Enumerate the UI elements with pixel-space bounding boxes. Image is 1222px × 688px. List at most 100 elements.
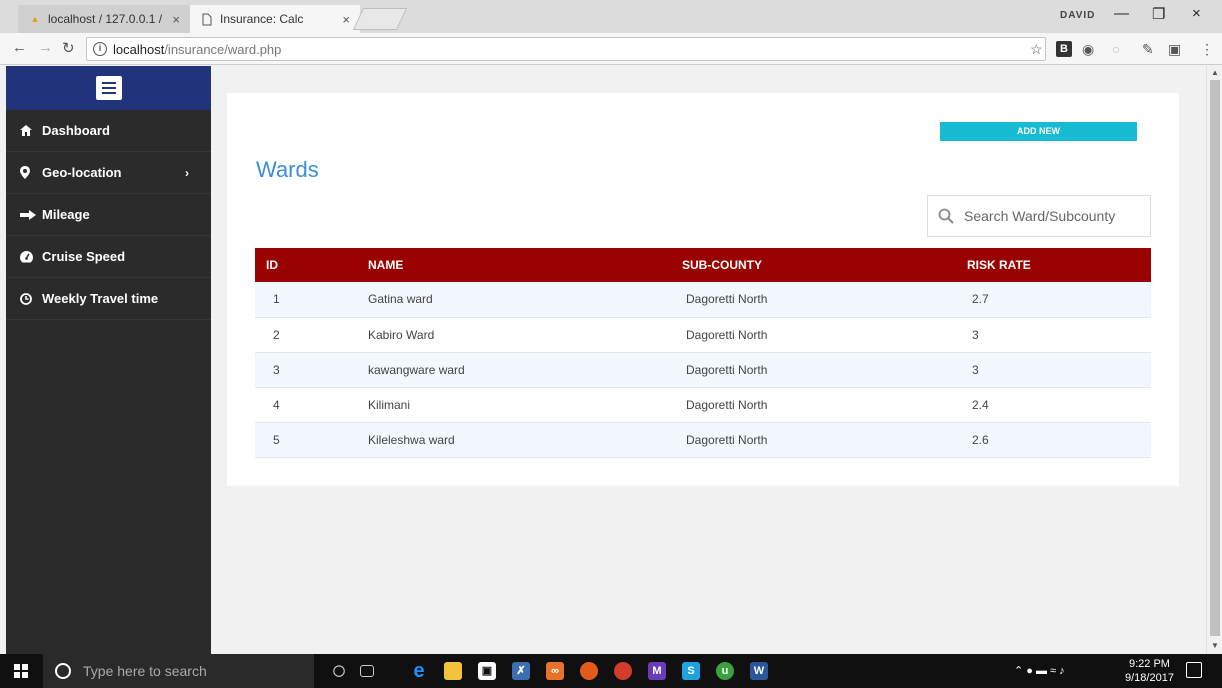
sidebar: Dashboard Geo-location › Mileage Cruise …	[6, 66, 211, 654]
column-header-id[interactable]: ID	[255, 248, 350, 282]
scroll-thumb[interactable]	[1210, 80, 1220, 636]
cell-risk-rate: 2.7	[962, 282, 1151, 318]
minimize-icon[interactable]: —	[1114, 5, 1129, 22]
windows-start-icon[interactable]	[14, 664, 28, 678]
cell-risk-rate: 3	[962, 317, 1151, 353]
sidebar-item-label: Dashboard	[42, 123, 110, 138]
cell-subcounty: Dagoretti North	[669, 387, 962, 423]
add-new-button[interactable]: ADD NEW	[940, 122, 1137, 141]
skype-icon[interactable]: S	[682, 662, 700, 680]
edge-browser-icon[interactable]: e	[410, 661, 428, 681]
sidebar-item-label: Cruise Speed	[42, 249, 126, 264]
cell-subcounty: Dagoretti North	[669, 317, 962, 353]
close-window-icon[interactable]: ×	[1192, 5, 1201, 22]
wards-card: ADD NEW Wards ID NAME SUB-COUNTY RISK RA…	[227, 93, 1179, 486]
tab-title: Insurance: Calc	[220, 12, 304, 26]
cell-id: 4	[255, 387, 350, 423]
clock-icon	[20, 292, 38, 305]
taskbar-search[interactable]: Type here to search	[43, 654, 314, 688]
cell-subcounty: Dagoretti North	[669, 422, 962, 458]
cell-id: 5	[255, 422, 350, 458]
tab-insurance-calc[interactable]: Insurance: Calc ×	[190, 5, 360, 33]
wards-table: ID NAME SUB-COUNTY RISK RATE 1 Gatina wa…	[255, 248, 1151, 458]
table-row[interactable]: 5 Kileleshwa ward Dagoretti North 2.6	[255, 422, 1151, 458]
search-icon	[938, 208, 954, 224]
extension-b-icon[interactable]: B	[1056, 41, 1072, 57]
reload-icon[interactable]: ↻	[62, 39, 75, 57]
profile-button[interactable]: DAVID	[1060, 10, 1095, 21]
extension-puzzle-icon[interactable]: ○	[1112, 41, 1120, 57]
cell-name: kawangware ward	[350, 352, 669, 388]
sidebar-item-weekly-travel-time[interactable]: Weekly Travel time	[6, 278, 211, 320]
tab-phpmyadmin[interactable]: ▲ localhost / 127.0.0.1 / ins ×	[18, 5, 190, 33]
cell-risk-rate: 2.6	[962, 422, 1151, 458]
info-icon[interactable]: i	[93, 42, 107, 56]
sidebar-header	[6, 66, 211, 110]
taskbar: Type here to search ◯ e ▣ ✗ ∞ M S u W ⌃ …	[0, 654, 1222, 688]
chevron-right-icon: ›	[185, 165, 189, 180]
browser-toolbar: ← → ↻ i localhost/insurance/ward.php ☆ B…	[0, 33, 1222, 65]
scroll-down-icon[interactable]: ▼	[1211, 641, 1219, 650]
back-icon[interactable]: ←	[12, 39, 27, 56]
scroll-up-icon[interactable]: ▲	[1211, 68, 1219, 77]
cell-risk-rate: 2.4	[962, 387, 1151, 423]
utorrent-icon[interactable]: u	[716, 662, 734, 680]
extension-globe-icon[interactable]: ◉	[1082, 41, 1094, 58]
word-icon[interactable]: W	[750, 662, 768, 680]
cortana-icon	[55, 663, 71, 679]
url-host: localhost	[113, 41, 165, 57]
table-row[interactable]: 3 kawangware ward Dagoretti North 3	[255, 352, 1151, 388]
search-input[interactable]	[964, 208, 1134, 224]
sidebar-item-label: Geo-location	[42, 165, 122, 180]
column-header-subcounty[interactable]: SUB-COUNTY	[669, 248, 962, 282]
cast-icon[interactable]: ▣	[1168, 41, 1181, 58]
forward-icon[interactable]: →	[38, 39, 53, 56]
xampp-icon[interactable]: ∞	[546, 662, 564, 680]
address-bar[interactable]: i localhost/insurance/ward.php	[86, 37, 1046, 61]
search-field[interactable]	[927, 195, 1151, 237]
maximize-icon[interactable]: ❐	[1152, 5, 1165, 23]
extension-pen-icon[interactable]: ✎	[1142, 41, 1154, 58]
sidebar-item-cruise-speed[interactable]: Cruise Speed	[6, 236, 211, 278]
home-icon	[20, 125, 38, 136]
close-tab-icon[interactable]: ×	[342, 12, 350, 27]
close-tab-icon[interactable]: ×	[172, 12, 180, 27]
clock-time: 9:22 PM	[1128, 658, 1170, 670]
table-row[interactable]: 2 Kabiro Ward Dagoretti North 3	[255, 317, 1151, 353]
system-tray[interactable]: ⌃ ● ▬ ≈ ♪	[1014, 664, 1065, 677]
cell-subcounty: Dagoretti North	[669, 352, 962, 388]
task-view-icon[interactable]	[360, 665, 374, 677]
cell-id: 2	[255, 317, 350, 353]
firefox-icon[interactable]	[580, 662, 598, 680]
page-icon	[200, 12, 214, 26]
sidebar-item-geo-location[interactable]: Geo-location ›	[6, 152, 211, 194]
app-m-icon[interactable]: M	[648, 662, 666, 680]
cell-name: Kilimani	[350, 387, 669, 423]
cell-id: 3	[255, 352, 350, 388]
microphone-icon[interactable]: ◯	[330, 662, 348, 680]
table-row[interactable]: 1 Gatina ward Dagoretti North 2.7	[255, 282, 1151, 318]
new-tab-button[interactable]	[352, 8, 408, 30]
table-header-row: ID NAME SUB-COUNTY RISK RATE	[255, 248, 1151, 282]
sidebar-item-mileage[interactable]: Mileage	[6, 194, 211, 236]
sidebar-item-dashboard[interactable]: Dashboard	[6, 110, 211, 152]
column-header-risk-rate[interactable]: RISK RATE	[962, 248, 1151, 282]
cell-subcounty: Dagoretti North	[669, 282, 962, 318]
page-title: Wards	[256, 157, 319, 182]
notification-icon[interactable]	[1186, 662, 1202, 678]
chrome-icon[interactable]	[614, 662, 632, 680]
bookmark-star-icon[interactable]: ☆	[1030, 41, 1043, 58]
sidebar-item-label: Weekly Travel time	[42, 291, 159, 306]
taskbar-clock[interactable]: 9:22 PM 9/18/2017	[1125, 657, 1174, 685]
cell-id: 1	[255, 282, 350, 318]
tachometer-icon	[20, 250, 38, 263]
store-icon[interactable]: ▣	[478, 662, 496, 680]
snipping-tool-icon[interactable]: ✗	[512, 662, 530, 680]
table-row[interactable]: 4 Kilimani Dagoretti North 2.4	[255, 387, 1151, 423]
phpmyadmin-icon: ▲	[30, 14, 40, 24]
page-scrollbar[interactable]: ▲ ▼	[1206, 66, 1222, 654]
column-header-name[interactable]: NAME	[350, 248, 669, 282]
menu-dots-icon[interactable]: ⋮	[1200, 41, 1214, 58]
hamburger-menu-icon[interactable]	[95, 76, 122, 100]
file-explorer-icon[interactable]	[444, 662, 462, 680]
